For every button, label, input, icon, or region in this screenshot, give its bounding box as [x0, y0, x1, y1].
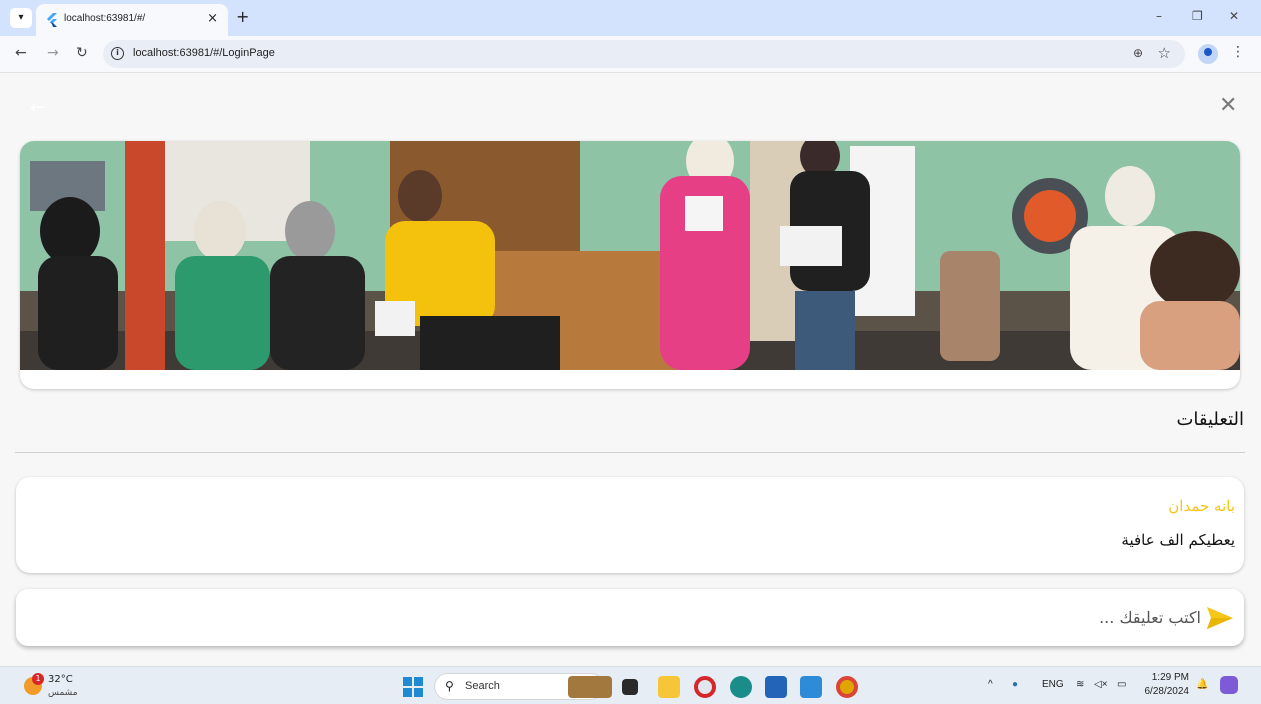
volume-icon[interactable]: ◁×: [1094, 679, 1108, 690]
address-bar[interactable]: i localhost:63981/#/LoginPage ⊕ ☆: [103, 40, 1185, 68]
comment-author: بانه حمدان: [1168, 497, 1235, 515]
store-icon[interactable]: [765, 676, 787, 698]
tray-chevron-icon[interactable]: ^: [988, 679, 993, 690]
network-app-icon[interactable]: ●: [1012, 679, 1018, 690]
forward-icon[interactable]: →: [47, 45, 59, 61]
clock-time[interactable]: 1:29 PM: [1151, 672, 1189, 683]
back-arrow-icon[interactable]: ←: [30, 97, 45, 118]
windows-start-icon[interactable]: [403, 677, 423, 697]
task-view-icon[interactable]: [622, 679, 638, 695]
window-close-icon[interactable]: ✕: [1229, 9, 1239, 23]
post-image-card: [20, 141, 1240, 389]
profile-avatar-icon[interactable]: [1198, 44, 1218, 64]
site-info-icon[interactable]: i: [111, 47, 124, 60]
language-indicator[interactable]: ENG: [1042, 679, 1064, 690]
notification-bell-icon[interactable]: 🔔: [1196, 679, 1208, 690]
tab-close-icon[interactable]: ×: [207, 11, 218, 26]
browser-menu-icon[interactable]: ⋮: [1231, 44, 1245, 60]
browser-toolbar: ← → ↻ i localhost:63981/#/LoginPage ⊕ ☆ …: [0, 36, 1261, 73]
comment-input[interactable]: [26, 599, 1201, 636]
search-label: Search: [465, 680, 500, 692]
post-photo: [20, 141, 1240, 370]
comment-text: يعطيكم الف عافية: [1121, 531, 1235, 549]
battery-icon[interactable]: ▭: [1117, 679, 1126, 690]
file-explorer-icon[interactable]: [658, 676, 680, 698]
tab-search-chevron-icon[interactable]: ▾: [10, 8, 32, 28]
app-page: ← ✕ التعليقات بانه حمدان يعطيكم الف عافي…: [0, 73, 1261, 666]
new-tab-icon[interactable]: +: [236, 7, 249, 26]
copilot-icon[interactable]: [1220, 676, 1238, 694]
browser-tab-strip: ▾ localhost:63981/#/ × + – ❐ ✕: [0, 0, 1261, 36]
weather-desc[interactable]: مشمس: [48, 688, 78, 698]
opera-icon[interactable]: [694, 676, 716, 698]
flutter-favicon-icon: [47, 13, 57, 27]
divider: [15, 452, 1245, 453]
browser-tab[interactable]: localhost:63981/#/ ×: [36, 4, 228, 36]
restore-icon[interactable]: ❐: [1192, 9, 1203, 23]
windows-taskbar: 1 32°C مشمس ⚲ Search ^ ● ENG ≋ ◁× ▭ 1:29…: [0, 666, 1261, 704]
bookmark-star-icon[interactable]: ☆: [1158, 44, 1171, 62]
wifi-icon[interactable]: ≋: [1076, 679, 1084, 690]
reload-icon[interactable]: ↻: [76, 45, 88, 61]
weather-temp[interactable]: 32°C: [48, 674, 73, 685]
chrome-icon[interactable]: [836, 676, 858, 698]
send-icon[interactable]: [1206, 606, 1234, 630]
search-icon: ⚲: [445, 679, 454, 693]
widgets-icon[interactable]: [568, 676, 612, 698]
edge-icon[interactable]: [730, 676, 752, 698]
clock-date[interactable]: 6/28/2024: [1139, 686, 1190, 697]
comment-card: بانه حمدان يعطيكم الف عافية: [16, 477, 1244, 573]
weather-badge: 1: [32, 673, 44, 685]
vscode-icon[interactable]: [800, 676, 822, 698]
comments-heading: التعليقات: [1176, 409, 1244, 430]
back-icon[interactable]: ←: [15, 45, 27, 61]
zoom-icon[interactable]: ⊕: [1133, 46, 1143, 60]
comment-input-bar: [16, 589, 1244, 646]
minimize-icon[interactable]: –: [1156, 9, 1162, 23]
address-url[interactable]: localhost:63981/#/LoginPage: [133, 47, 275, 59]
close-icon[interactable]: ✕: [1219, 93, 1237, 118]
tab-title: localhost:63981/#/: [64, 13, 146, 24]
